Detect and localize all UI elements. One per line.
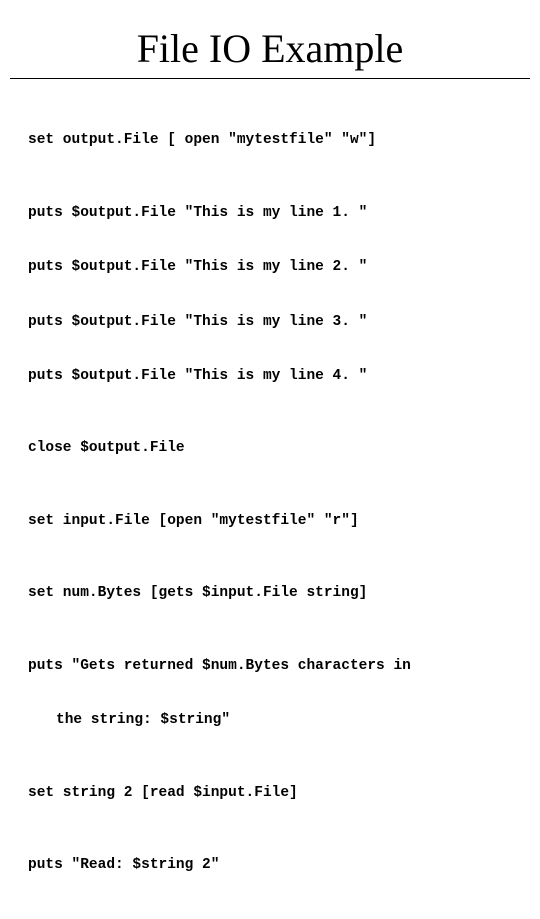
- slide: File IO Example set output.File [ open "…: [0, 0, 540, 720]
- code-line: set string 2 [read $input.File]: [28, 784, 512, 802]
- code-line: close $output.File: [28, 439, 512, 457]
- code-block: set output.File [ open "mytestfile" "w"]…: [20, 79, 520, 919]
- page-title: File IO Example: [20, 28, 520, 70]
- code-line: puts $output.File "This is my line 1. ": [28, 204, 512, 222]
- code-line: set input.File [open "mytestfile" "r"]: [28, 512, 512, 530]
- code-line: puts "Read: $string 2": [28, 856, 512, 874]
- code-line: set num.Bytes [gets $input.File string]: [28, 584, 512, 602]
- code-line: puts "Gets returned $num.Bytes character…: [28, 657, 512, 675]
- code-line: puts $output.File "This is my line 4. ": [28, 367, 512, 385]
- code-line: puts $output.File "This is my line 2. ": [28, 258, 512, 276]
- code-line: set output.File [ open "mytestfile" "w"]: [28, 131, 512, 149]
- code-line: puts $output.File "This is my line 3. ": [28, 313, 512, 331]
- code-line: the string: $string": [28, 711, 512, 729]
